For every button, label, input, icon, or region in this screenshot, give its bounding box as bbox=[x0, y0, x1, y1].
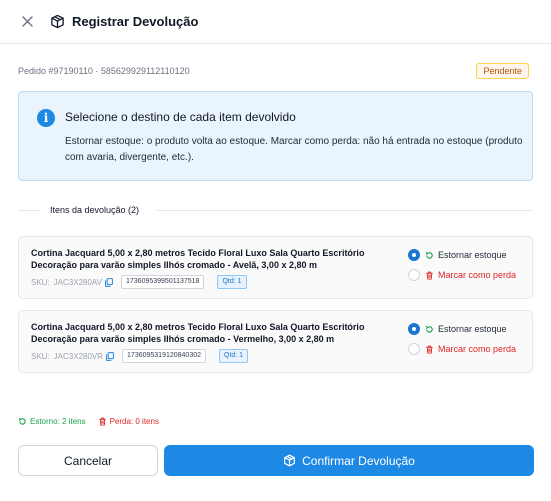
dialog-title: Registrar Devolução bbox=[72, 14, 199, 29]
sku-code: JAC3X280AV bbox=[53, 277, 102, 287]
qty-badge: Qtd: 1 bbox=[217, 275, 247, 289]
item-name: Cortina Jacquard 5,00 x 2,80 metros Teci… bbox=[31, 322, 365, 344]
restock-radio[interactable] bbox=[408, 323, 420, 335]
rotate-ccw-icon bbox=[18, 417, 27, 426]
confirm-label: Confirmar Devolução bbox=[302, 453, 415, 468]
return-item-card: Cortina Jacquard 5,00 x 2,80 metros Teci… bbox=[18, 310, 533, 373]
sku-label: SKU: bbox=[31, 277, 50, 287]
info-title: Selecione o destino de cada item devolvi… bbox=[65, 110, 296, 124]
section-divider bbox=[18, 210, 40, 211]
ean-code: 1736095319120840302 bbox=[122, 349, 206, 363]
item-meta: SKU: JAC3X280AV 1736095399501137518 Qtd:… bbox=[31, 275, 247, 289]
info-icon: i bbox=[37, 109, 55, 127]
loss-option[interactable]: Marcar como perda bbox=[408, 342, 516, 356]
restock-label: Estornar estoque bbox=[438, 324, 507, 334]
box-icon bbox=[283, 454, 296, 467]
item-meta: SKU: JAC3X280VR 1736095319120840302 Qtd:… bbox=[31, 349, 249, 363]
return-summary: Estorno: 2 itens Perda: 0 itens bbox=[18, 415, 159, 427]
loss-label: Marcar como perda bbox=[438, 270, 517, 280]
confirm-return-button[interactable]: Confirmar Devolução bbox=[164, 445, 534, 476]
restock-summary: Estorno: 2 itens bbox=[18, 417, 86, 426]
restock-summary-text: Estorno: 2 itens bbox=[30, 416, 86, 426]
trash-icon bbox=[425, 271, 434, 280]
loss-summary-text: Perda: 0 itens bbox=[109, 416, 159, 426]
box-icon bbox=[50, 14, 66, 30]
restock-option[interactable]: Estornar estoque bbox=[408, 322, 507, 336]
trash-icon bbox=[98, 417, 107, 426]
loss-label: Marcar como perda bbox=[438, 344, 517, 354]
trash-icon bbox=[425, 345, 434, 354]
loss-radio[interactable] bbox=[408, 343, 420, 355]
return-item-card: Cortina Jacquard 5,00 x 2,80 metros Teci… bbox=[18, 236, 533, 299]
copy-icon[interactable] bbox=[106, 351, 115, 361]
rotate-ccw-icon bbox=[425, 251, 434, 260]
restock-radio[interactable] bbox=[408, 249, 420, 261]
loss-summary: Perda: 0 itens bbox=[98, 417, 159, 426]
item-name: Cortina Jacquard 5,00 x 2,80 metros Teci… bbox=[31, 248, 365, 270]
rotate-ccw-icon bbox=[425, 325, 434, 334]
cancel-button[interactable]: Cancelar bbox=[18, 445, 158, 476]
section-divider bbox=[156, 210, 533, 211]
items-section-title: Itens da devolução (2) bbox=[50, 205, 140, 215]
info-alert: i Selecione o destino de cada item devol… bbox=[18, 91, 533, 181]
dialog-header: Registrar Devolução bbox=[0, 0, 551, 44]
restock-option[interactable]: Estornar estoque bbox=[408, 248, 507, 262]
sku-code: JAC3X280VR bbox=[53, 351, 104, 361]
close-icon[interactable] bbox=[18, 13, 36, 31]
ean-code: 1736095399501137518 bbox=[121, 275, 205, 289]
loss-radio[interactable] bbox=[408, 269, 420, 281]
copy-icon[interactable] bbox=[105, 277, 114, 287]
order-label: Pedido #97190110 · 585629929112110120 bbox=[18, 66, 190, 76]
sku-label: SKU: bbox=[31, 351, 50, 361]
qty-badge: Qtd: 1 bbox=[219, 349, 249, 363]
info-text: Estornar estoque: o produto volta ao est… bbox=[65, 136, 523, 163]
restock-label: Estornar estoque bbox=[438, 250, 507, 260]
loss-option[interactable]: Marcar como perda bbox=[408, 268, 516, 282]
status-badge: Pendente bbox=[476, 63, 529, 79]
